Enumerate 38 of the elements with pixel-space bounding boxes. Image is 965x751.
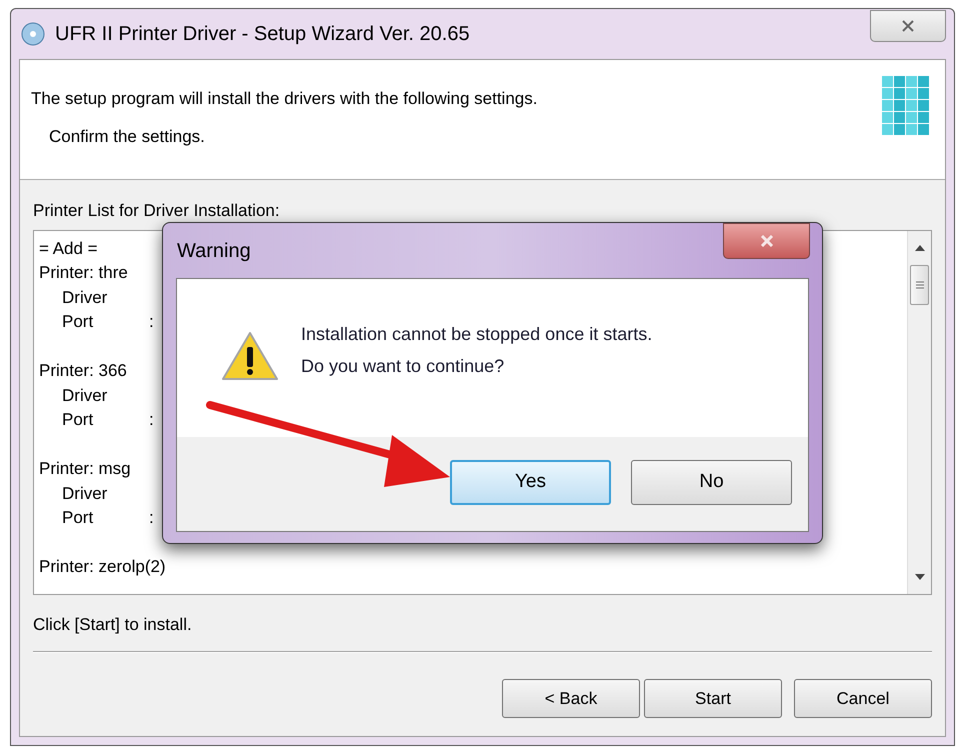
- close-button[interactable]: [723, 223, 810, 259]
- wizard-button[interactable]: Cancel: [794, 679, 932, 718]
- close-icon: [901, 20, 915, 32]
- field-separator: :: [149, 409, 154, 431]
- printer-name: Printer: thre: [39, 262, 128, 284]
- dialog-button[interactable]: No: [631, 460, 792, 505]
- close-icon: [760, 235, 774, 247]
- list-label: Printer List for Driver Installation:: [33, 200, 281, 222]
- disc-icon: [19, 20, 47, 48]
- printer-name: Printer: msg: [39, 458, 131, 480]
- instruction-text: The setup program will install the drivers with the following settings.: [31, 88, 538, 110]
- hint-text: Click [Start] to install.: [33, 614, 193, 636]
- wizard-button[interactable]: Start: [644, 679, 782, 718]
- field-label: Driver: [61, 286, 108, 308]
- dialog-title: Warning: [177, 238, 251, 264]
- window-title: UFR II Printer Driver - Setup Wizard Ver. 20.65: [55, 22, 470, 47]
- field-label: Driver: [61, 384, 108, 406]
- field-separator: :: [149, 311, 154, 333]
- field-label: Driver: [61, 482, 108, 504]
- wizard-button[interactable]: < Back: [502, 679, 640, 718]
- scroll-thumb[interactable]: [910, 264, 929, 304]
- printer-name: = Add =: [39, 238, 98, 260]
- warning-message: Do you want to continue?: [301, 355, 506, 378]
- warning-message: Installation cannot be stopped once it starts.: [301, 323, 652, 346]
- field-label: Port: [61, 507, 94, 529]
- scrollbar[interactable]: [907, 230, 931, 594]
- printer-name: Printer: zerolp(2): [39, 556, 166, 578]
- scroll-up-icon[interactable]: [914, 244, 924, 250]
- printer-name: Printer: 366: [39, 360, 127, 382]
- field-label: Port: [61, 409, 94, 431]
- warning-icon: [221, 331, 279, 381]
- dialog-button[interactable]: Yes: [450, 460, 611, 505]
- field-label: Port: [61, 311, 94, 333]
- instruction-text: Confirm the settings.: [48, 126, 206, 148]
- close-button[interactable]: [870, 10, 946, 42]
- field-separator: :: [149, 507, 154, 529]
- grip-icon: [916, 280, 924, 288]
- scroll-down-icon[interactable]: [914, 574, 924, 580]
